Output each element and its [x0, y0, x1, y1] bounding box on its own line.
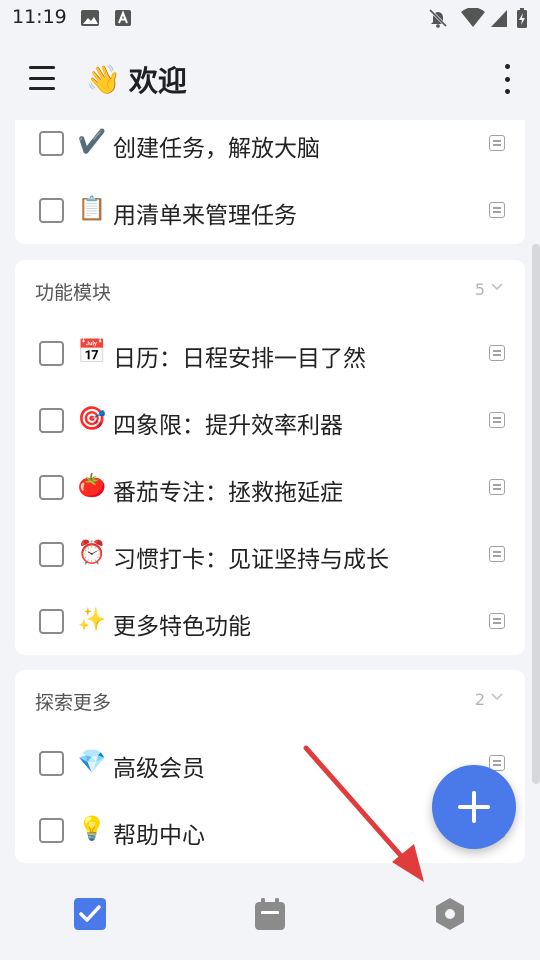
- note-icon[interactable]: [489, 546, 505, 562]
- task-title: 帮助中心: [113, 823, 205, 849]
- task-title: 习惯打卡：见证坚持与成长: [113, 547, 389, 573]
- list-item[interactable]: 📋 用清单来管理任务: [15, 177, 525, 244]
- battery-charging-icon: [516, 8, 528, 28]
- wifi-icon: [461, 8, 485, 28]
- task-title: 更多特色功能: [113, 614, 251, 640]
- target-icon: 🎯: [77, 406, 107, 432]
- gem-icon: 💎: [77, 749, 107, 775]
- tomato-icon: 🍅: [77, 473, 107, 499]
- task-checkbox[interactable]: [39, 198, 64, 223]
- task-checkbox[interactable]: [39, 751, 64, 776]
- waving-hand-icon: 👋: [86, 62, 121, 96]
- list-item[interactable]: 🎯 四象限：提升效率利器: [15, 387, 525, 454]
- task-checkbox[interactable]: [39, 341, 64, 366]
- check-mark-icon: ✔️: [77, 129, 107, 155]
- task-checkbox[interactable]: [39, 609, 64, 634]
- section-title: 探索更多: [35, 692, 112, 714]
- status-time: 11:19: [12, 6, 67, 28]
- task-checkbox[interactable]: [39, 408, 64, 433]
- note-icon[interactable]: [489, 479, 505, 495]
- notifications-off-icon: [428, 8, 448, 28]
- add-task-button[interactable]: [432, 765, 516, 849]
- section-title: 功能模块: [35, 282, 112, 304]
- note-icon[interactable]: [489, 202, 505, 218]
- image-icon: [80, 8, 100, 28]
- section-count: 2: [474, 690, 485, 709]
- task-title: 四象限：提升效率利器: [113, 413, 343, 439]
- note-icon[interactable]: [489, 412, 505, 428]
- nav-settings[interactable]: [420, 884, 480, 944]
- chevron-down-icon[interactable]: [489, 688, 505, 708]
- chevron-down-icon[interactable]: [489, 278, 505, 298]
- light-bulb-icon: 💡: [77, 816, 107, 842]
- sparkles-icon: ✨: [77, 607, 107, 633]
- calendar-icon: [255, 898, 285, 930]
- task-checkbox[interactable]: [39, 542, 64, 567]
- note-icon[interactable]: [489, 613, 505, 629]
- task-title: 用清单来管理任务: [113, 203, 297, 229]
- list-item[interactable]: 🍅 番茄专注：拯救拖延症: [15, 454, 525, 521]
- app-bar: 👋 欢迎: [0, 36, 540, 120]
- bottom-nav: [0, 864, 540, 960]
- list-item[interactable]: ✔️ 创建任务，解放大脑: [15, 120, 525, 177]
- task-checkbox[interactable]: [39, 131, 64, 156]
- task-list[interactable]: ✔️ 创建任务，解放大脑 📋 用清单来管理任务 功能模块 5 📅 日历：日程安排…: [0, 120, 540, 864]
- clipboard-icon: 📋: [77, 196, 107, 222]
- checkbox-tasks-icon: [74, 898, 106, 930]
- nav-calendar[interactable]: [240, 884, 300, 944]
- alarm-clock-icon: ⏰: [77, 540, 107, 566]
- note-icon[interactable]: [489, 345, 505, 361]
- status-bar: 11:19: [0, 0, 540, 36]
- hamburger-menu-icon[interactable]: [22, 62, 62, 94]
- task-title: 番茄专注：拯救拖延症: [113, 480, 343, 506]
- task-checkbox[interactable]: [39, 818, 64, 843]
- section-count: 5: [474, 280, 485, 299]
- section-header[interactable]: 功能模块 5: [15, 260, 525, 320]
- task-title: 创建任务，解放大脑: [113, 136, 320, 162]
- task-title: 日历：日程安排一目了然: [113, 346, 366, 372]
- more-vertical-icon[interactable]: [500, 64, 514, 94]
- task-title: 高级会员: [113, 756, 205, 782]
- nav-tasks[interactable]: [60, 884, 120, 944]
- task-checkbox[interactable]: [39, 475, 64, 500]
- page-title: 👋 欢迎: [86, 58, 187, 100]
- calendar-emoji-icon: 📅: [77, 339, 107, 365]
- list-item[interactable]: ⏰ 习惯打卡：见证坚持与成长: [15, 521, 525, 588]
- list-item[interactable]: 📅 日历：日程安排一目了然: [15, 320, 525, 387]
- signal-icon: [490, 8, 508, 28]
- section-card-intro: ✔️ 创建任务，解放大脑 📋 用清单来管理任务: [15, 120, 525, 244]
- list-item[interactable]: ✨ 更多特色功能: [15, 588, 525, 655]
- section-header[interactable]: 探索更多 2: [15, 670, 525, 730]
- plus-icon: [458, 791, 490, 823]
- hexagon-settings-icon: [436, 898, 464, 930]
- scrollbar[interactable]: [532, 244, 540, 784]
- a-box-icon: [114, 8, 132, 28]
- note-icon[interactable]: [489, 135, 505, 151]
- section-card-features: 功能模块 5 📅 日历：日程安排一目了然 🎯 四象限：提升效率利器 🍅 番茄专注…: [15, 260, 525, 655]
- page-title-text: 欢迎: [128, 64, 187, 98]
